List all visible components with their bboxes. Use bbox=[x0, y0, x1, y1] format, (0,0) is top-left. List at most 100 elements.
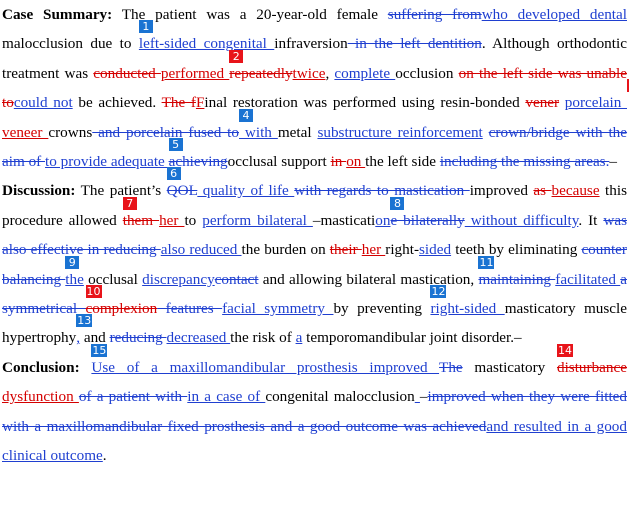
plain-text: infraversion bbox=[274, 35, 348, 53]
deleted-text-red: The f bbox=[161, 94, 196, 112]
plain-text: right- bbox=[385, 241, 420, 259]
paragraph-conclusion: Conclusion: 15 Use of a maxillomandibular… bbox=[2, 343, 627, 471]
inserted-text: with bbox=[239, 123, 278, 141]
change-marker-label: 4 bbox=[239, 108, 253, 122]
section-heading: Discussion: bbox=[2, 182, 76, 200]
change-marker-label: 12 bbox=[430, 285, 447, 299]
deleted-text: suffering from bbox=[387, 6, 482, 23]
plain-text: . It bbox=[578, 211, 604, 229]
plain-text: to bbox=[184, 211, 203, 229]
paragraph-case-summary: Case Summary: The patient was a 20-year-… bbox=[2, 0, 629, 176]
inserted-text: could not bbox=[13, 94, 73, 112]
deleted-text-red: in bbox=[330, 153, 347, 171]
deleted-text: e bilaterally bbox=[390, 211, 465, 229]
change-marker-label: 13 bbox=[76, 314, 93, 328]
plain-text: masticatory bbox=[462, 358, 557, 376]
inserted-text: facial symmetry bbox=[222, 300, 334, 318]
inserted-text: substructure reinforcement bbox=[317, 123, 483, 141]
deleted-text: in the left dentition bbox=[347, 35, 482, 53]
deleted-text-red: conducted bbox=[93, 64, 161, 82]
inserted-text: on bbox=[375, 211, 391, 229]
inserted-text: also reduced bbox=[160, 241, 242, 259]
change-marker-label: 5 bbox=[168, 138, 183, 152]
deleted-text: maintaining bbox=[478, 270, 556, 288]
inserted-text-red: her bbox=[361, 241, 386, 259]
deleted-text: The bbox=[439, 358, 463, 376]
deleted-text: of a patient with bbox=[78, 388, 188, 406]
deleted-text-red: their bbox=[329, 241, 362, 259]
plain-text: occlusion bbox=[395, 64, 459, 82]
inserted-text-red: veneer bbox=[2, 123, 49, 141]
inserted-text: decreased bbox=[166, 329, 231, 347]
deleted-text-red: disturbance bbox=[556, 358, 627, 376]
plain-text: occlusal support bbox=[227, 153, 331, 171]
change-marker-label: 10 bbox=[85, 285, 102, 299]
deleted-text: contact bbox=[214, 270, 259, 288]
plain-text: congenital malocclusion bbox=[265, 388, 415, 406]
section-heading: Case Summary: bbox=[2, 6, 113, 23]
deleted-text-red: vener bbox=[525, 94, 560, 112]
plain-text: malocclusion due to bbox=[2, 35, 139, 53]
deleted-text-red: repeatedly bbox=[229, 64, 293, 82]
inserted-text: in a case of bbox=[187, 388, 266, 406]
inserted-text-red: because bbox=[551, 182, 600, 200]
paragraph-discussion: Discussion: The patient’s 6 QOL quality o… bbox=[2, 167, 627, 352]
deleted-text: including the missing areas. bbox=[439, 153, 610, 171]
plain-text: by preventing bbox=[333, 300, 431, 318]
deleted-text: features bbox=[157, 300, 223, 318]
plain-text: . bbox=[102, 447, 107, 465]
inserted-text: perform bilateral bbox=[202, 211, 313, 229]
plain-text: – bbox=[609, 153, 617, 171]
plain-text: the burden on bbox=[241, 241, 330, 259]
inserted-text-red: dysfunction bbox=[2, 388, 79, 406]
inserted-text: without difficulty bbox=[464, 211, 579, 229]
deleted-text-red: as bbox=[533, 182, 552, 200]
inserted-text-red: her bbox=[159, 211, 185, 229]
deleted-text: QOL bbox=[166, 182, 198, 200]
change-marker-label: 7 bbox=[122, 196, 137, 210]
inserted-text: complete bbox=[334, 64, 396, 82]
plain-text: the left side bbox=[365, 153, 440, 171]
plain-text: – bbox=[419, 388, 428, 406]
change-marker-label: 6 bbox=[166, 167, 181, 181]
change-marker-label: 2 bbox=[229, 49, 244, 63]
deleted-text: and porcelain fused to bbox=[92, 123, 239, 141]
inserted-text-red: on bbox=[346, 153, 366, 171]
inserted-text: facilitated bbox=[555, 270, 621, 288]
plain-text: metal bbox=[277, 123, 318, 141]
change-marker-label: 15 bbox=[91, 343, 108, 357]
section-heading: Conclusion: bbox=[2, 358, 80, 376]
inserted-text: Use of a maxillomandibular prosthesis im… bbox=[91, 358, 440, 376]
inserted-text: sided bbox=[419, 241, 452, 259]
deleted-text-red: them bbox=[122, 211, 160, 229]
inserted-text: quality of life bbox=[197, 182, 295, 200]
change-marker-label: 14 bbox=[556, 343, 573, 357]
inserted-text: porcelain bbox=[564, 94, 627, 112]
plain-text bbox=[80, 359, 92, 376]
inserted-text: to provide adequate bbox=[45, 153, 169, 171]
plain-text: crowns bbox=[48, 123, 93, 141]
tracked-changes-document: Case Summary: The patient was a 20-year-… bbox=[0, 0, 629, 471]
inserted-text: left-sided congenital bbox=[138, 35, 275, 53]
inserted-text-red: performed bbox=[160, 64, 230, 82]
plain-text: The patient’s bbox=[75, 182, 167, 200]
plain-text: teeth by eliminating bbox=[451, 241, 582, 259]
plain-text: be achieved. bbox=[72, 94, 162, 112]
deleted-text-red: complexion bbox=[85, 300, 158, 318]
change-marker-label: 11 bbox=[478, 255, 495, 269]
inserted-text: discrepancy bbox=[142, 270, 215, 288]
plain-text: improved bbox=[469, 182, 534, 200]
change-marker-label: 1 bbox=[138, 20, 153, 34]
deleted-text: reducing bbox=[109, 329, 167, 347]
deleted-text: with regards to mastication bbox=[294, 182, 470, 200]
change-marker-label: 8 bbox=[390, 196, 405, 210]
plain-text: –masticati bbox=[312, 211, 376, 229]
plain-text: temporomandibular joint disorder.– bbox=[302, 329, 522, 347]
plain-text: The patient was a 20-year-old female bbox=[112, 6, 388, 23]
inserted-text-red: twice bbox=[292, 64, 326, 82]
plain-text: the risk of bbox=[230, 329, 296, 347]
inserted-text: right-sided bbox=[430, 300, 505, 318]
inserted-text: the bbox=[65, 270, 84, 288]
change-marker-label: 9 bbox=[65, 255, 80, 269]
inserted-text: who developed dental bbox=[481, 6, 627, 23]
